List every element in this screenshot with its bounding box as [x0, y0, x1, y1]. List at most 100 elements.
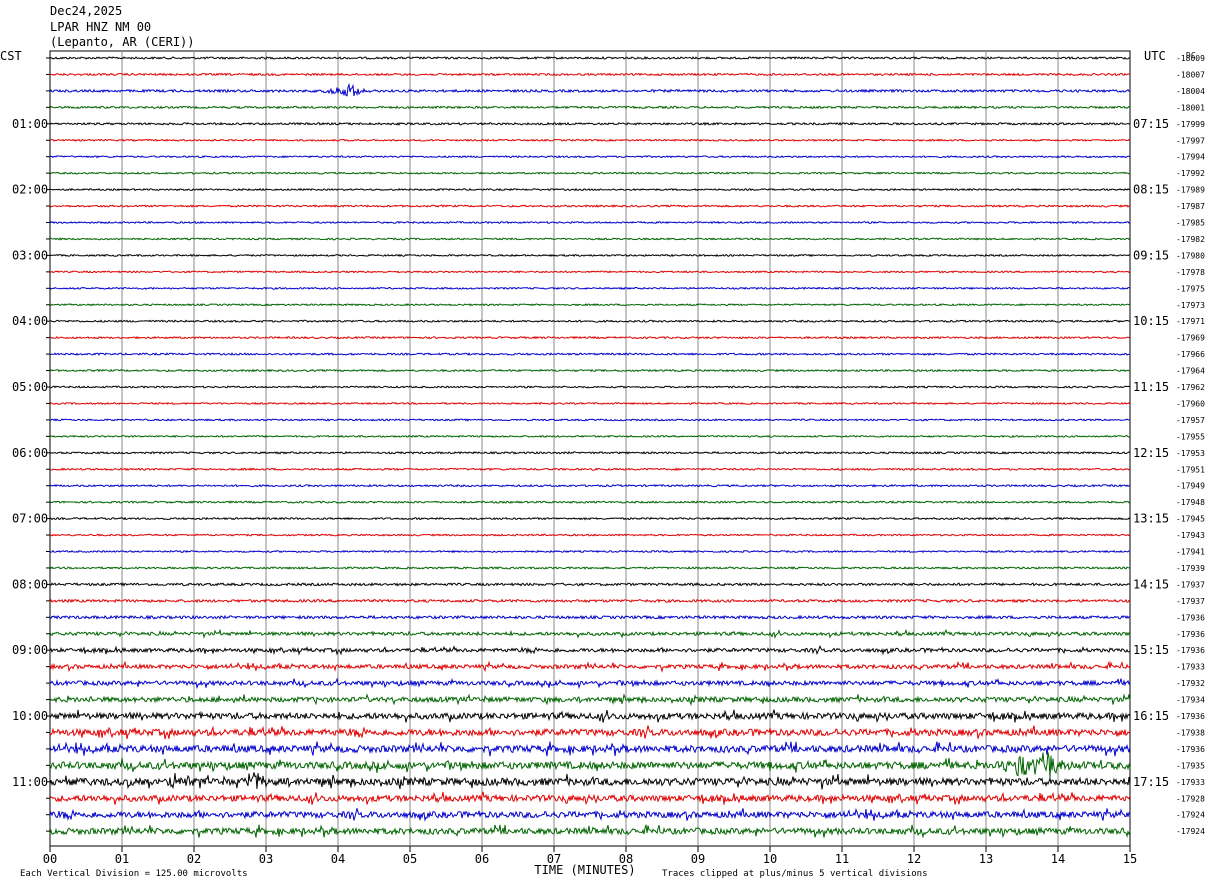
- trace-line-10: [49, 220, 1131, 225]
- dc-offset-label: -17975: [1176, 284, 1205, 293]
- dc-offset-label: -18007: [1176, 70, 1205, 79]
- dc-offset-label: -17943: [1176, 531, 1205, 540]
- x-tick-label-02: 02: [187, 852, 201, 866]
- x-tick-label-01: 01: [115, 852, 129, 866]
- clip-note: Traces clipped at plus/minus 5 vertical …: [662, 869, 928, 879]
- trace-line-17: [50, 335, 1131, 340]
- trace-line-36: [49, 644, 1131, 656]
- dc-offset-label: -17962: [1176, 383, 1205, 392]
- trace-line-22: [50, 418, 1131, 422]
- utc-hour-label: 16:15: [1133, 709, 1169, 723]
- x-tick-label-14: 14: [1051, 852, 1065, 866]
- cst-hour-label: 08:00: [12, 577, 48, 591]
- trace-line-12: [49, 253, 1131, 258]
- dc-offset-label: -17936: [1176, 630, 1205, 639]
- x-axis-label: TIME (MINUTES): [534, 863, 635, 877]
- dc-offset-label: -17924: [1176, 827, 1205, 836]
- dc-offset-label: -17982: [1176, 235, 1205, 244]
- trace-line-30: [49, 549, 1131, 554]
- dc-offset-label: -18001: [1176, 103, 1205, 112]
- x-tick-label-06: 06: [475, 852, 489, 866]
- dc-offset-label: -17960: [1176, 399, 1205, 408]
- trace-line-43: [49, 752, 1131, 779]
- trace-line-16: [50, 319, 1131, 324]
- trace-line-32: [49, 582, 1131, 587]
- dc-offset-label: -17948: [1176, 498, 1205, 507]
- dc-offset-label: -17951: [1176, 465, 1205, 474]
- trace-line-45: [49, 791, 1131, 806]
- dc-offset-label: -17932: [1176, 679, 1205, 688]
- trace-line-24: [49, 450, 1131, 455]
- x-tick-label-10: 10: [763, 852, 777, 866]
- x-tick-label-05: 05: [403, 852, 417, 866]
- trace-line-38: [49, 677, 1131, 690]
- dc-offset-label: -17969: [1176, 334, 1205, 343]
- trace-line-27: [49, 500, 1131, 504]
- dc-offset-label: -17937: [1176, 580, 1205, 589]
- trace-line-14: [49, 286, 1131, 290]
- x-tick-label-09: 09: [691, 852, 705, 866]
- dc-offset-label: -17936: [1176, 646, 1205, 655]
- dc-offset-label: -17987: [1176, 202, 1205, 211]
- trace-line-25: [49, 467, 1131, 472]
- dc-offset-label: -17936: [1176, 745, 1205, 754]
- dc-offset-label: -18004: [1176, 87, 1205, 96]
- dc-offset-label: -17941: [1176, 548, 1205, 557]
- trace-line-46: [49, 807, 1131, 822]
- trace-line-31: [49, 566, 1131, 570]
- trace-line-28: [49, 516, 1131, 521]
- trace-line-20: [50, 385, 1131, 389]
- trace-line-8: [49, 187, 1131, 192]
- trace-line-9: [49, 204, 1130, 208]
- dc-offset-label: -17949: [1176, 482, 1205, 491]
- dc-offset-label: -17973: [1176, 301, 1205, 310]
- trace-line-4: [49, 121, 1131, 126]
- cst-hour-label: 07:00: [12, 512, 48, 526]
- trace-line-40: [49, 709, 1131, 723]
- trace-line-18: [49, 352, 1131, 356]
- cst-hour-label: 02:00: [12, 183, 48, 197]
- utc-hour-label: 13:15: [1133, 512, 1169, 526]
- trace-line-44: [49, 772, 1131, 790]
- dc-offset-label: -17966: [1176, 350, 1205, 359]
- cst-hour-label: 05:00: [12, 380, 48, 394]
- trace-line-21: [49, 401, 1131, 406]
- dc-offset-label: -17985: [1176, 219, 1205, 228]
- dc-offset-label: -17933: [1176, 778, 1205, 787]
- trace-line-3: [49, 105, 1131, 110]
- utc-hour-label: 15:15: [1133, 643, 1169, 657]
- trace-line-26: [49, 483, 1131, 488]
- utc-hour-label: 14:15: [1133, 577, 1169, 591]
- x-tick-label-00: 00: [43, 852, 57, 866]
- dc-offset-label: -17938: [1176, 728, 1205, 737]
- trace-line-0: [49, 55, 1131, 60]
- dc-offset-label: -17997: [1176, 136, 1205, 145]
- left-timezone-label: CST: [0, 49, 22, 63]
- dc-offset-label: -17957: [1176, 416, 1205, 425]
- x-tick-label-15: 15: [1123, 852, 1137, 866]
- trace-line-23: [49, 434, 1131, 438]
- utc-hour-label: 10:15: [1133, 314, 1169, 328]
- dc-offset-label: -17934: [1176, 696, 1205, 705]
- dc-offset-label: -17928: [1176, 794, 1205, 803]
- dc-offset-label: -18009: [1176, 54, 1205, 63]
- dc-offset-label: -17980: [1176, 251, 1205, 260]
- x-tick-label-12: 12: [907, 852, 921, 866]
- trace-line-47: [49, 824, 1131, 839]
- x-tick-label-04: 04: [331, 852, 345, 866]
- trace-line-2: [49, 82, 1130, 97]
- dc-offset-label: -17936: [1176, 613, 1205, 622]
- dc-offset-label: -17924: [1176, 811, 1205, 820]
- trace-line-37: [49, 660, 1131, 673]
- dc-offset-label: -17955: [1176, 432, 1205, 441]
- dc-offset-label: -17939: [1176, 564, 1205, 573]
- utc-hour-label: 07:15: [1133, 117, 1169, 131]
- dc-offset-label: -17971: [1176, 317, 1205, 326]
- trace-line-29: [49, 533, 1131, 537]
- cst-hour-label: 06:00: [12, 446, 48, 460]
- trace-line-19: [49, 368, 1131, 373]
- dc-offset-label: -17992: [1176, 169, 1205, 178]
- cst-hour-label: 01:00: [12, 117, 48, 131]
- right-timezone-label: UTC: [1144, 49, 1166, 63]
- trace-line-11: [49, 237, 1131, 241]
